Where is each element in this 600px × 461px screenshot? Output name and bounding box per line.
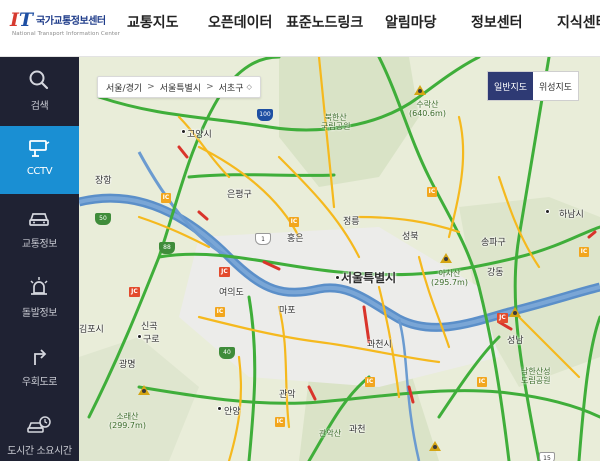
map-label-achasan: 아차산 (295.7m)	[431, 269, 468, 287]
sidebar-item-label: 도시간 소요시간	[7, 446, 72, 457]
breadcrumb-separator-icon: >	[147, 82, 155, 92]
map-label-singok: 신곡	[141, 322, 158, 332]
map-label-gimpo: 김포시	[79, 325, 104, 335]
place-dot	[545, 209, 550, 214]
detour-arrow-icon	[34, 349, 47, 365]
sidebar-item-label: 우회도로	[21, 377, 58, 388]
map-label-gwangmyeong: 광명	[119, 360, 136, 370]
map-label-mapo: 마포	[279, 306, 296, 316]
jc-marker[interactable]: JC	[497, 313, 508, 323]
sidebar-item-detour[interactable]: 우회도로	[0, 333, 79, 401]
sidebar-item-label: 검색	[30, 101, 49, 112]
route-shield: 50	[95, 213, 111, 225]
map-label-suraksan: 수락산 (640.6m)	[409, 100, 446, 118]
mountain-peak-icon	[440, 253, 452, 263]
map-label-seoul: 서울특별시	[341, 271, 397, 285]
map-label-gwacheon: 과천	[349, 425, 366, 435]
route-shield: 100	[257, 109, 273, 121]
mountain-peak-icon	[509, 307, 521, 317]
sidebar-item-incident[interactable]: 돌발정보	[0, 264, 79, 332]
ic-marker[interactable]: IC	[275, 417, 285, 427]
map-label-namhansanseong: 남한산성 도립공원	[521, 367, 551, 385]
mountain-peak-icon	[138, 385, 150, 395]
route-shield: 1	[255, 233, 271, 245]
map-label-gwacheon-si: 과천시	[367, 340, 392, 350]
ic-marker[interactable]: IC	[427, 187, 437, 197]
route-shield: 40	[219, 347, 235, 359]
search-icon	[29, 70, 49, 90]
map-label-eunpyeong: 은평구	[227, 190, 252, 200]
breadcrumb-level2[interactable]: 서울특별시	[160, 81, 201, 94]
route-shield: 88	[159, 242, 175, 254]
app-window: IT 국가교통정보센터 National Transport Informati…	[0, 0, 600, 461]
left-sidebar: 검색 CCTV 교통정보 돌발정보 우회도로 도시간 소요시간	[0, 57, 79, 461]
nav-standard-node-link[interactable]: 표준노드링크	[286, 12, 363, 32]
map-label-seongnam: 성남	[507, 336, 524, 346]
place-dot	[335, 275, 340, 280]
top-header: IT 국가교통정보센터 National Transport Informati…	[0, 0, 600, 57]
ic-marker[interactable]: IC	[365, 377, 375, 387]
ic-marker[interactable]: IC	[477, 377, 487, 387]
sidebar-item-label: 교통정보	[21, 239, 58, 250]
jc-marker[interactable]: JC	[129, 287, 140, 297]
nav-open-data[interactable]: 오픈데이터	[208, 12, 272, 32]
nav-knowledge-center[interactable]: 지식센터	[557, 12, 600, 32]
map-label-hongeun: 홍은	[287, 234, 304, 244]
map-label-anyang: 안양	[224, 407, 241, 417]
ic-marker[interactable]: IC	[215, 307, 225, 317]
map-label-gwanaksan: 관악산	[319, 429, 342, 438]
map-label-jeongneung: 정릉	[343, 217, 360, 227]
nav-traffic-map[interactable]: 교통지도	[127, 12, 179, 32]
sidebar-item-traffic-info[interactable]: 교통정보	[0, 195, 79, 263]
normal-map-button[interactable]: 일반지도	[488, 72, 533, 100]
map-type-toggle: 일반지도 위성지도	[487, 71, 579, 101]
traffic-map[interactable]: 서울특별시 고양시 김포시 신곡 장항 은평구 정릉 홍은 성북 마포 여의도 …	[79, 57, 600, 461]
map-label-guro: 구로	[143, 335, 160, 345]
map-label-goyang: 고양시	[187, 130, 212, 140]
sidebar-item-intercity-time[interactable]: 도시간 소요시간	[0, 402, 79, 461]
map-label-seongbuk: 성북	[402, 232, 419, 242]
sidebar-item-label: CCTV	[26, 166, 53, 177]
ic-marker[interactable]: IC	[161, 193, 171, 203]
place-dot	[181, 129, 186, 134]
place-dot	[137, 334, 142, 339]
jc-marker[interactable]: JC	[219, 267, 230, 277]
breadcrumb-level3[interactable]: 서초구	[219, 81, 244, 94]
ic-marker[interactable]: IC	[289, 217, 299, 227]
chevron-down-icon[interactable]: ◇	[247, 83, 252, 91]
nav-notice[interactable]: 알림마당	[385, 12, 437, 32]
region-breadcrumb[interactable]: 서울/경기 > 서울특별시 > 서초구 ◇	[97, 76, 261, 98]
map-label-janghang: 장항	[95, 176, 112, 186]
sidebar-item-label: 돌발정보	[21, 308, 58, 319]
map-label-yeouido: 여의도	[219, 288, 244, 298]
map-label-songpa: 송파구	[481, 238, 506, 248]
breadcrumb-separator-icon: >	[206, 82, 214, 92]
map-label-gangdong: 강동	[487, 268, 504, 278]
breadcrumb-level1[interactable]: 서울/경기	[106, 81, 142, 94]
sidebar-item-cctv[interactable]: CCTV	[0, 126, 79, 194]
alert-light-icon	[30, 277, 48, 295]
car-clock-icon	[27, 416, 51, 433]
sidebar-item-search[interactable]: 검색	[0, 57, 79, 125]
route-shield: 15	[539, 452, 555, 461]
map-label-gwanak: 관악	[279, 390, 296, 400]
map-label-hanam: 하남시	[559, 210, 584, 220]
mountain-peak-icon	[429, 441, 441, 451]
map-label-soraesan: 소래산 (299.7m)	[109, 412, 146, 430]
place-dot	[217, 406, 222, 411]
map-label-bukhansan: 북한산 국립공원	[321, 113, 351, 131]
mountain-peak-icon	[414, 85, 426, 95]
nav-info-center[interactable]: 정보센터	[471, 12, 523, 32]
main-nav: 교통지도 오픈데이터 표준노드링크 알림마당 정보센터 지식센터	[0, 0, 600, 57]
cctv-icon	[29, 140, 50, 157]
satellite-map-button[interactable]: 위성지도	[533, 72, 578, 100]
car-icon	[29, 213, 49, 226]
ic-marker[interactable]: IC	[579, 247, 589, 257]
